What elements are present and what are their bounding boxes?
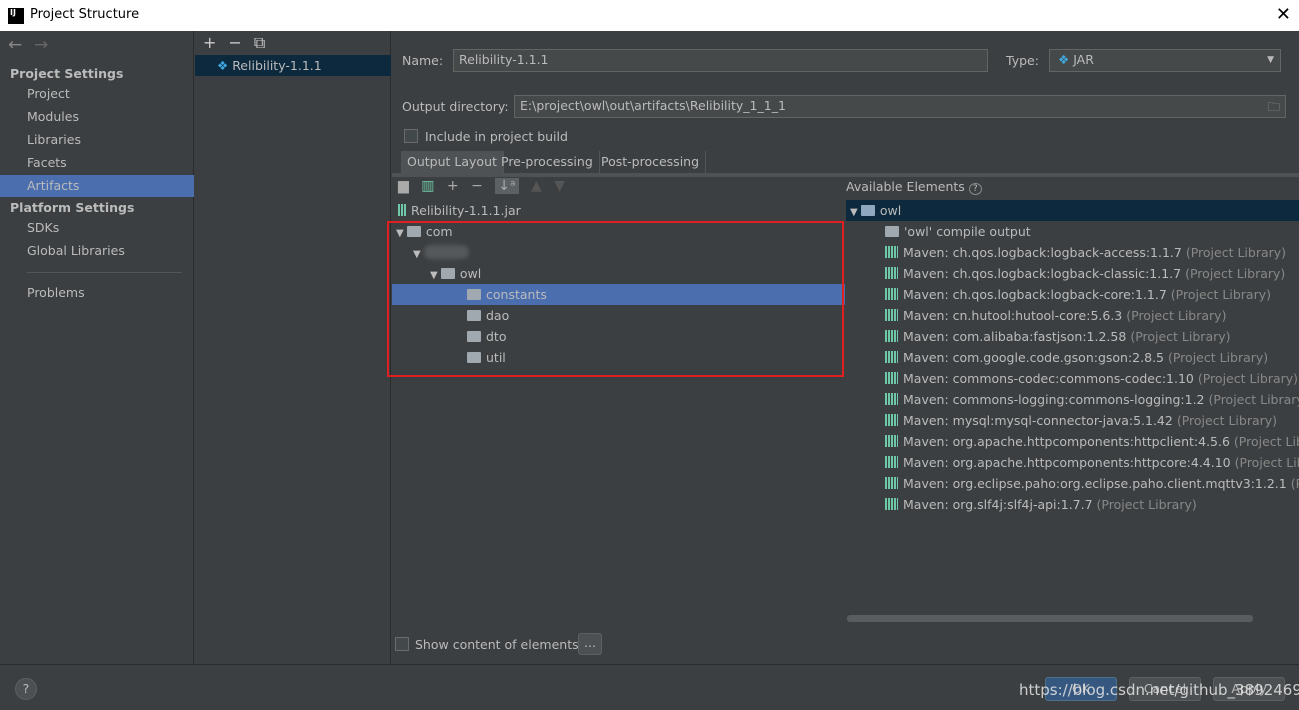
library-icon xyxy=(885,288,898,300)
library-icon xyxy=(885,309,898,321)
add-icon[interactable]: + xyxy=(447,178,459,194)
close-icon[interactable]: ✕ xyxy=(1276,4,1291,25)
tree-item-library[interactable]: Maven: ch.qos.logback:logback-classic:1.… xyxy=(846,263,1299,284)
library-icon xyxy=(885,498,898,510)
library-icon xyxy=(885,393,898,405)
archive-icon[interactable]: ▥ xyxy=(421,178,434,194)
library-icon xyxy=(885,414,898,426)
tab-underline xyxy=(392,173,1299,177)
output-directory-input[interactable]: E:\project\owl\out\artifacts\Relibility_… xyxy=(514,95,1286,118)
tree-item-compile-output[interactable]: 'owl' compile output xyxy=(846,221,1299,242)
move-down-icon[interactable]: ▼ xyxy=(554,178,565,194)
library-icon xyxy=(885,435,898,447)
tree-item-library[interactable]: Maven: commons-codec:commons-codec:1.10 … xyxy=(846,368,1299,389)
library-icon xyxy=(885,456,898,468)
sidebar: ← → Project Settings Project Modules Lib… xyxy=(0,31,194,664)
help-button[interactable]: ? xyxy=(15,678,37,700)
artifact-toolbar: +−⧉ xyxy=(203,33,277,53)
sidebar-item-facets[interactable]: Facets xyxy=(0,152,194,174)
remove-icon[interactable]: − xyxy=(471,178,483,194)
type-label: Type: xyxy=(1006,53,1039,68)
tree-item-library[interactable]: Maven: com.alibaba:fastjson:1.2.58 (Proj… xyxy=(846,326,1299,347)
name-input[interactable]: Relibility-1.1.1 xyxy=(453,49,988,72)
sidebar-item-global-libraries[interactable]: Global Libraries xyxy=(0,240,194,262)
library-icon xyxy=(885,372,898,384)
remove-icon[interactable]: − xyxy=(228,33,253,52)
chevron-down-icon: ▼ xyxy=(1267,55,1274,65)
name-label: Name: xyxy=(402,53,444,68)
sidebar-item-modules[interactable]: Modules xyxy=(0,106,194,128)
tab-pre-processing[interactable]: Pre-processing xyxy=(495,151,600,173)
sidebar-item-project[interactable]: Project xyxy=(0,83,194,105)
tree-item-jar[interactable]: Relibility-1.1.1.jar xyxy=(392,200,845,221)
tree-item-library[interactable]: Maven: commons-logging:commons-logging:1… xyxy=(846,389,1299,410)
title-bar: IJ Project Structure ✕ xyxy=(0,0,1299,31)
tab-output-layout[interactable]: Output Layout xyxy=(401,151,504,173)
output-directory-label: Output directory: xyxy=(402,99,509,114)
tree-item-library[interactable]: Maven: ch.qos.logback:logback-core:1.1.7… xyxy=(846,284,1299,305)
window-title: Project Structure xyxy=(30,7,140,22)
tab-post-processing[interactable]: Post-processing xyxy=(595,151,707,173)
tree-item-library[interactable]: Maven: mysql:mysql-connector-java:5.1.42… xyxy=(846,410,1299,431)
artifacts-list-panel: +−⧉ ❖ Relibility-1.1.1 xyxy=(195,31,391,664)
available-elements-header: Available Elements ? xyxy=(846,179,982,195)
tree-item-library[interactable]: Maven: cn.hutool:hutool-core:5.6.3 (Proj… xyxy=(846,305,1299,326)
library-icon xyxy=(885,330,898,342)
jar-icon: ❖ xyxy=(1058,52,1074,67)
sidebar-item-problems[interactable]: Problems xyxy=(0,282,194,304)
tree-item-library[interactable]: Maven: org.eclipse.paho:org.eclipse.paho… xyxy=(846,473,1299,494)
project-settings-header: Project Settings xyxy=(10,66,124,81)
platform-settings-header: Platform Settings xyxy=(10,200,135,215)
sidebar-item-sdks[interactable]: SDKs xyxy=(0,217,194,239)
sidebar-item-artifacts[interactable]: Artifacts xyxy=(0,175,194,197)
footer-divider xyxy=(0,664,1299,665)
add-icon[interactable]: + xyxy=(203,33,228,52)
sort-icon[interactable]: ↓ᵃ xyxy=(495,178,519,194)
library-icon xyxy=(885,267,898,279)
show-content-label: Show content of elements xyxy=(415,637,579,652)
new-directory-icon[interactable]: ▆ xyxy=(398,178,409,194)
divider xyxy=(27,272,182,273)
library-icon xyxy=(885,246,898,258)
folder-browse-icon[interactable]: 🗀 xyxy=(1267,98,1280,119)
tree-item-library[interactable]: Maven: com.google.code.gson:gson:2.8.5 (… xyxy=(846,347,1299,368)
forward-arrow-icon[interactable]: → xyxy=(34,35,48,55)
tree-item-library[interactable]: Maven: org.slf4j:slf4j-api:1.7.7 (Projec… xyxy=(846,494,1299,515)
tree-item-library[interactable]: Maven: ch.qos.logback:logback-access:1.1… xyxy=(846,242,1299,263)
horizontal-scrollbar[interactable] xyxy=(847,615,1253,622)
watermark: https://blog.csdn.net/github_38924695 xyxy=(1019,681,1299,699)
include-label: Include in project build xyxy=(425,129,568,144)
tree-item-module-owl[interactable]: ▼ owl xyxy=(846,200,1299,221)
sidebar-item-libraries[interactable]: Libraries xyxy=(0,129,194,151)
move-up-icon[interactable]: ▲ xyxy=(531,178,542,194)
type-select[interactable]: ❖ JAR ▼ xyxy=(1049,49,1281,72)
highlight-box xyxy=(387,221,844,377)
ellipsis-button[interactable]: ... xyxy=(578,633,602,655)
available-elements-tree: ▼ owl 'owl' compile output Maven: ch.qos… xyxy=(846,200,1299,515)
artifact-icon: ❖ xyxy=(217,58,233,73)
library-icon xyxy=(885,351,898,363)
back-arrow-icon[interactable]: ← xyxy=(8,35,22,55)
tree-item-library[interactable]: Maven: org.apache.httpcomponents:httpcli… xyxy=(846,431,1299,452)
help-icon: ? xyxy=(968,183,982,195)
include-checkbox[interactable] xyxy=(404,129,418,143)
show-content-checkbox[interactable] xyxy=(395,637,409,651)
library-icon xyxy=(885,477,898,489)
tree-item-library[interactable]: Maven: org.apache.httpcomponents:httpcor… xyxy=(846,452,1299,473)
jar-icon xyxy=(398,204,406,216)
layout-toolbar: ▆ ▥ + − ↓ᵃ ▲ ▼ xyxy=(398,178,565,194)
expand-arrow-icon: ▼ xyxy=(850,207,861,218)
artifact-item[interactable]: ❖ Relibility-1.1.1 xyxy=(195,55,391,76)
copy-icon[interactable]: ⧉ xyxy=(254,33,277,52)
intellij-logo: IJ xyxy=(8,8,24,24)
module-icon xyxy=(860,205,875,216)
compile-output-icon xyxy=(885,226,899,237)
